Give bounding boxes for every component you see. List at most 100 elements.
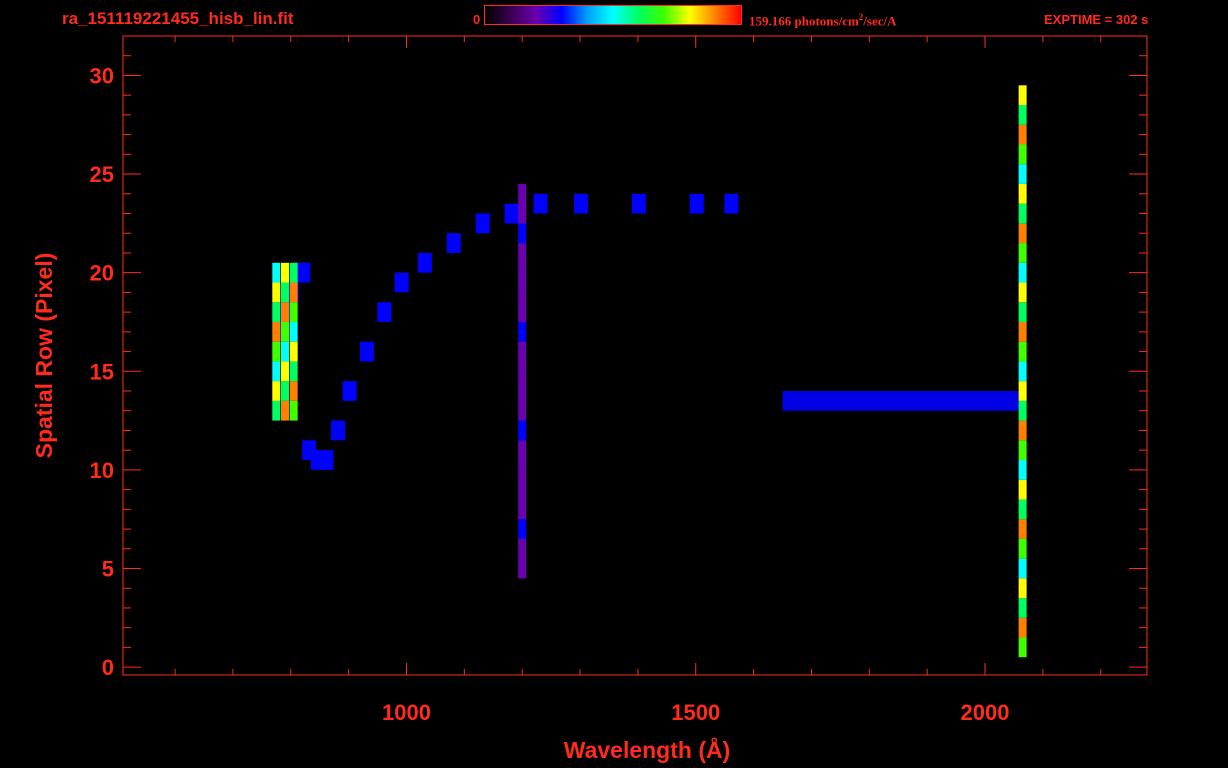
- heatmap-cell: [518, 381, 527, 401]
- heatmap-cell: [782, 391, 1020, 411]
- heatmap-cell: [280, 321, 289, 342]
- heatmap-cell: [289, 262, 298, 283]
- heatmap-cell: [518, 460, 527, 480]
- heatmap-cell: [518, 420, 527, 441]
- y-tick-label: 5: [102, 557, 114, 582]
- heatmap-cell: [1018, 598, 1027, 618]
- heatmap-cell: [1018, 420, 1027, 441]
- heatmap-cell: [518, 400, 527, 421]
- heatmap-cell: [272, 282, 281, 303]
- heatmap-cell: [1018, 400, 1027, 421]
- heatmap-cell: [1018, 262, 1027, 283]
- x-tick-label: 2000: [961, 700, 1010, 725]
- heatmap-cell: [272, 381, 281, 401]
- heatmap-cell: [331, 420, 346, 441]
- x-tick-label: 1500: [671, 700, 720, 725]
- heatmap-cell: [518, 243, 527, 263]
- heatmap-cell: [1018, 341, 1027, 362]
- heatmap-cell: [280, 262, 289, 283]
- heatmap-cell: [417, 252, 432, 273]
- heatmap-cell: [1018, 223, 1027, 244]
- heatmap-cell: [518, 183, 527, 204]
- heatmap-cell: [475, 213, 490, 234]
- heatmap-cell: [518, 440, 527, 461]
- heatmap-cell: [518, 538, 527, 559]
- heatmap-cell: [289, 282, 298, 303]
- heatmap-cell: [289, 400, 298, 421]
- heatmap-cell: [296, 262, 311, 283]
- heatmap-cell: [272, 321, 281, 342]
- y-axis-label: Spatial Row (Pixel): [31, 253, 57, 459]
- heatmap-cell: [342, 381, 357, 401]
- heatmap-cell: [280, 361, 289, 382]
- heatmap-cell: [289, 302, 298, 322]
- y-tick-label: 15: [90, 359, 114, 384]
- heatmap-cell: [631, 193, 646, 214]
- heatmap-cell: [1018, 637, 1027, 658]
- heatmap-cell: [272, 262, 281, 283]
- heatmap-cell: [1018, 578, 1027, 599]
- heatmap-cell: [689, 193, 704, 214]
- heatmap-cell: [724, 193, 739, 214]
- heatmap-cell: [1018, 558, 1027, 579]
- heatmap-cell: [533, 193, 548, 214]
- heatmap-cell: [518, 341, 527, 362]
- heatmap-cell: [1018, 460, 1027, 480]
- heatmap-cell: [1018, 321, 1027, 342]
- heatmap-cell: [1018, 519, 1027, 539]
- heatmap-cell: [289, 361, 298, 382]
- heatmap-cell: [518, 203, 527, 224]
- heatmap-cell: [518, 282, 527, 303]
- heatmap-cell: [1018, 361, 1027, 382]
- heatmap-cell: [1018, 105, 1027, 125]
- heatmap-cell: [1018, 144, 1027, 165]
- x-axis-label: Wavelength (Å): [564, 736, 731, 763]
- heatmap-cell: [377, 302, 392, 322]
- y-tick-label: 30: [90, 63, 114, 88]
- heatmap-cell: [280, 282, 289, 303]
- x-tick-label: 1000: [382, 700, 431, 725]
- heatmap-cell: [518, 262, 527, 283]
- heatmap-cell: [518, 479, 527, 500]
- heatmap-cell: [280, 381, 289, 401]
- heatmap-cell: [1018, 183, 1027, 204]
- heatmap-cell: [1018, 479, 1027, 500]
- heatmap-cell: [280, 341, 289, 362]
- heatmap-cell: [1018, 282, 1027, 303]
- heatmap-cell: [289, 341, 298, 362]
- heatmap-cell: [518, 223, 527, 244]
- heatmap-cell: [272, 302, 281, 322]
- heatmap-cell: [1018, 499, 1027, 520]
- heatmap-cell: [574, 193, 589, 214]
- heatmap-cell: [1018, 85, 1027, 106]
- heatmap-cell: [272, 341, 281, 362]
- y-tick-label: 0: [102, 655, 114, 680]
- heatmap-cell: [1018, 243, 1027, 263]
- heatmap-cell: [1018, 538, 1027, 559]
- y-tick-label: 25: [90, 162, 114, 187]
- heatmap-cell: [504, 203, 519, 224]
- heatmap-cell: [280, 302, 289, 322]
- heatmap-cell: [518, 499, 527, 520]
- heatmap-cell: [1018, 381, 1027, 401]
- heatmap-cell: [289, 381, 298, 401]
- heatmap-cell: [1018, 302, 1027, 322]
- spectrum-plot: 1000 1500 2000 0 5 10 15 20 25 30 Wavelength (Å) Sp…: [31, 35, 1148, 763]
- heatmap-cell: [1018, 617, 1027, 638]
- heatmap-cell: [272, 400, 281, 421]
- heatmap-cell: [280, 400, 289, 421]
- heatmap-cell: [518, 321, 527, 342]
- heatmap-cell: [1018, 124, 1027, 145]
- heatmap-cell: [289, 321, 298, 342]
- heatmap-cell: [1018, 203, 1027, 224]
- heatmap-cell: [518, 558, 527, 579]
- y-tick-label: 20: [90, 261, 114, 286]
- heatmap-cell: [518, 361, 527, 382]
- heatmap-cell: [1018, 440, 1027, 461]
- heatmap-cell: [518, 519, 527, 539]
- heatmap-cell: [446, 233, 461, 253]
- heatmap-cell: [272, 361, 281, 382]
- heatmap-cell: [359, 341, 374, 362]
- heatmap-cell: [1018, 164, 1027, 184]
- y-tick-label: 10: [90, 458, 114, 483]
